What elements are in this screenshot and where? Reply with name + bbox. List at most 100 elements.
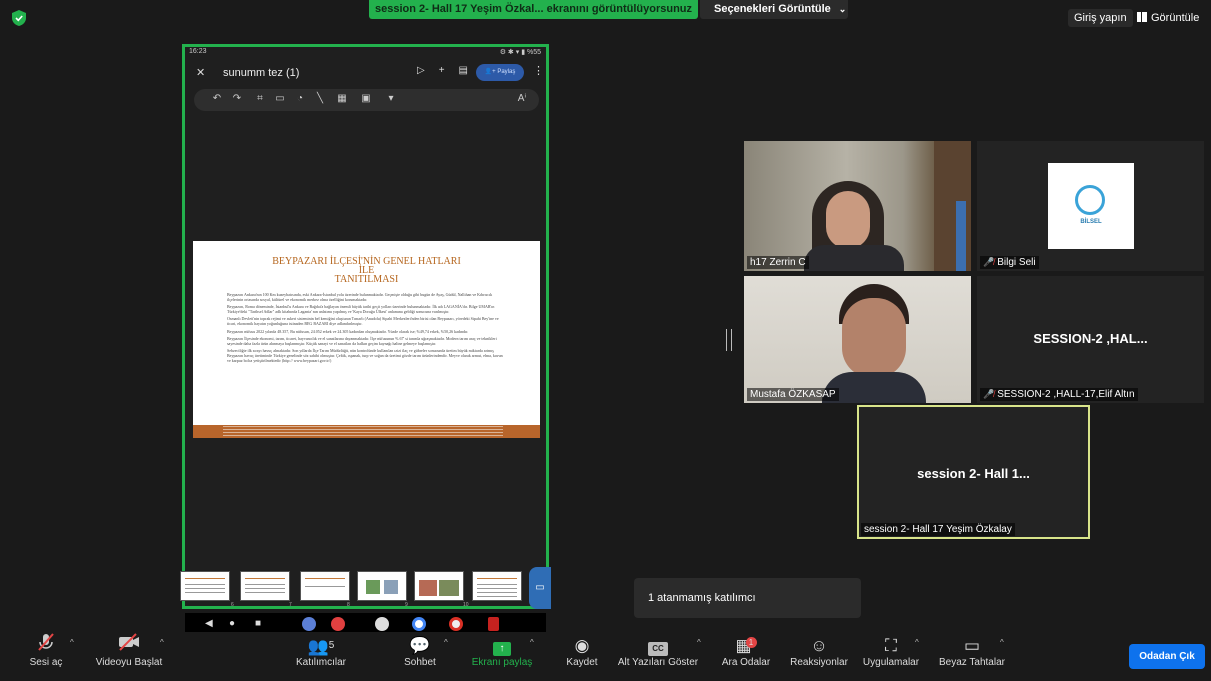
unmute-button[interactable]: Sesi aç <box>28 632 64 681</box>
signin-button[interactable]: Giriş yapın <box>1068 9 1133 27</box>
apps-button[interactable]: ⛶ Uygulamalar <box>861 632 921 681</box>
slide-thumbnail[interactable] <box>357 571 407 601</box>
slide-paragraph: Osmanlı Devleti'nin toprak rejimi ve ask… <box>227 316 499 326</box>
slide-canvas[interactable]: BEYPAZARI İLÇESİ'NİN GENEL HATLARI İLE T… <box>193 241 540 438</box>
record-button[interactable]: ◉ Kaydet <box>564 632 600 681</box>
breakout-rooms-button[interactable]: ▦1 Ara Odalar <box>720 632 772 681</box>
mic-muted-icon: 🎤̸ <box>983 257 995 267</box>
slides-panel-icon[interactable]: ▭ <box>529 567 551 609</box>
line-icon[interactable]: ╲ <box>314 93 326 105</box>
video-tile-elif[interactable]: SESSION-2 ,HAL... 🎤̸ SESSION-2 ,HALL-17,E… <box>977 276 1204 403</box>
slide-thumbnail[interactable] <box>300 571 350 601</box>
chevron-up-icon[interactable]: ^ <box>915 638 919 647</box>
theme-icon[interactable]: ▾ <box>385 93 397 105</box>
person-add-icon: 👤+ <box>484 69 498 75</box>
shield-icon[interactable] <box>12 10 26 26</box>
sharing-banner: session 2- Hall 17 Yeşim Özkal... ekranı… <box>369 0 698 19</box>
start-video-label: Videoyu Başlat <box>95 657 163 668</box>
participants-icon: 👥5 <box>307 637 335 656</box>
format-icon[interactable]: Aⁱ <box>516 93 528 105</box>
participant-count: 5 <box>328 640 335 651</box>
text-box-icon[interactable]: ⌗ <box>254 93 266 105</box>
google-app-icon[interactable] <box>412 617 426 631</box>
slide-thumbnail[interactable] <box>414 571 464 601</box>
slide-paragraph: Beypazarı nüfusu 2022 yılında 48.357, Bu… <box>227 328 469 334</box>
back-icon[interactable]: ◀ <box>205 618 213 629</box>
gmail-app-icon[interactable] <box>449 617 463 631</box>
whiteboard-label: Beyaz Tahtalar <box>939 657 1005 668</box>
breakout-label: Ara Odalar <box>721 657 771 668</box>
resize-handle[interactable] <box>726 329 732 351</box>
chevron-up-icon[interactable]: ^ <box>697 638 701 647</box>
undo-icon[interactable]: ↶ <box>211 93 223 105</box>
slide-paragraph: Sebzeciliğte ilk sırayı havuç almaktadır… <box>227 348 503 363</box>
apps-label: Uygulamalar <box>862 657 920 668</box>
comment-icon[interactable]: ▤ <box>459 65 468 76</box>
share-screen-button[interactable]: ↑ Ekranı paylaş <box>470 632 534 681</box>
participants-label: Katılımcılar <box>295 657 346 668</box>
redo-icon[interactable]: ↷ <box>231 93 243 105</box>
slide-thumbnails: 6 7 8 9 10 <box>180 569 546 608</box>
shape-icon[interactable]: ◔ <box>294 93 306 105</box>
unassigned-participants-popup[interactable]: 1 atanmamış katılımcı <box>634 578 861 618</box>
slide-paragraph: Beypazarı, Roma döneminde, İstanbul'u An… <box>227 304 495 314</box>
view-label: Görüntüle <box>1151 12 1200 24</box>
record-label: Kaydet <box>566 657 598 668</box>
video-tile-zerrin[interactable]: h17 Zerrin C <box>744 141 971 271</box>
chat-label: Sohbet <box>404 657 436 668</box>
home-icon[interactable]: ● <box>229 618 235 629</box>
slide-thumbnail[interactable] <box>180 571 230 601</box>
doc-share-button[interactable]: 👤+ Paylaş <box>476 64 524 81</box>
play-store-app-icon[interactable] <box>375 617 389 631</box>
chevron-up-icon[interactable]: ^ <box>444 638 448 647</box>
slide-thumbnail[interactable] <box>240 571 290 601</box>
chat-button[interactable]: 💬 Sohbet <box>400 632 440 681</box>
captions-button[interactable]: CC Alt Yazıları Göster <box>609 632 707 681</box>
more-vert-icon[interactable]: ⋮ <box>533 64 544 77</box>
thumbnail-number: 7 <box>289 602 292 608</box>
close-icon[interactable]: ✕ <box>196 66 205 79</box>
chevron-down-icon: ⌄ <box>838 4 847 14</box>
settings-app-icon[interactable] <box>302 617 316 631</box>
table-icon[interactable]: ▦ <box>336 93 348 105</box>
participant-name: Bilgi Seli <box>997 257 1036 268</box>
slide-thumbnail[interactable] <box>472 571 522 601</box>
participant-display-name: SESSION-2 ,HAL... <box>1033 331 1148 346</box>
image-icon[interactable]: ▭ <box>274 93 286 105</box>
layout-icon[interactable]: ▣ <box>360 93 372 105</box>
whiteboard-button[interactable]: ▭ Beyaz Tahtalar <box>936 632 1008 681</box>
reactions-button[interactable]: ☺ Reaksiyonlar <box>788 632 850 681</box>
thumbnail-number: 6 <box>231 602 234 608</box>
chevron-up-icon[interactable]: ^ <box>530 638 534 647</box>
recents-icon[interactable]: ■ <box>255 618 261 629</box>
share-screen-icon: ↑ <box>470 632 534 657</box>
view-options-button[interactable]: Seçenekleri Görüntüle ⌄ <box>700 0 848 19</box>
layout-icon <box>1137 12 1147 22</box>
chat-icon: 💬 <box>409 636 431 655</box>
video-tile-bilgi[interactable]: BİLSEL 🎤̸ Bilgi Seli <box>977 141 1204 271</box>
chevron-up-icon[interactable]: ^ <box>1000 638 1004 647</box>
pdf-app-icon[interactable] <box>488 617 499 631</box>
video-tile-mustafa[interactable]: Mustafa ÖZKASAP <box>744 276 971 403</box>
participants-button[interactable]: 👥5 Katılımcılar <box>290 632 352 681</box>
status-icons: ⚙ ✱ ▾ ▮ %55 <box>499 49 541 56</box>
youtube-app-icon[interactable] <box>331 617 345 631</box>
add-icon[interactable]: + <box>439 65 445 76</box>
participant-name: h17 Zerrin C <box>747 256 809 269</box>
record-icon: ◉ <box>574 636 590 655</box>
slide-paragraph: Beypazarı İlçesinde ekonomi, tarım, tica… <box>227 336 497 346</box>
play-icon[interactable]: ▷ <box>417 65 425 76</box>
thumbnail-number: 9 <box>405 602 408 608</box>
breakout-badge: 1 <box>745 637 757 648</box>
chevron-up-icon[interactable]: ^ <box>160 638 164 647</box>
chevron-up-icon[interactable]: ^ <box>70 638 74 647</box>
video-tile-yesim-active[interactable]: session 2- Hall 1... session 2- Hall 17 … <box>857 405 1090 539</box>
participant-name: SESSION-2 ,HALL-17,Elif Altın <box>997 389 1135 400</box>
slide-body: Beypazarı Ankara'nın 100 Km kuzeybatısın… <box>227 292 507 366</box>
start-video-button[interactable]: Videoyu Başlat <box>92 632 166 681</box>
leave-button[interactable]: Odadan Çık <box>1129 644 1205 669</box>
whiteboard-icon: ▭ <box>963 636 981 655</box>
view-button[interactable]: Görüntüle <box>1137 9 1199 27</box>
breakout-icon: ▦1 <box>720 632 772 657</box>
participant-name-tag: 🎤̸ Bilgi Seli <box>980 256 1039 269</box>
